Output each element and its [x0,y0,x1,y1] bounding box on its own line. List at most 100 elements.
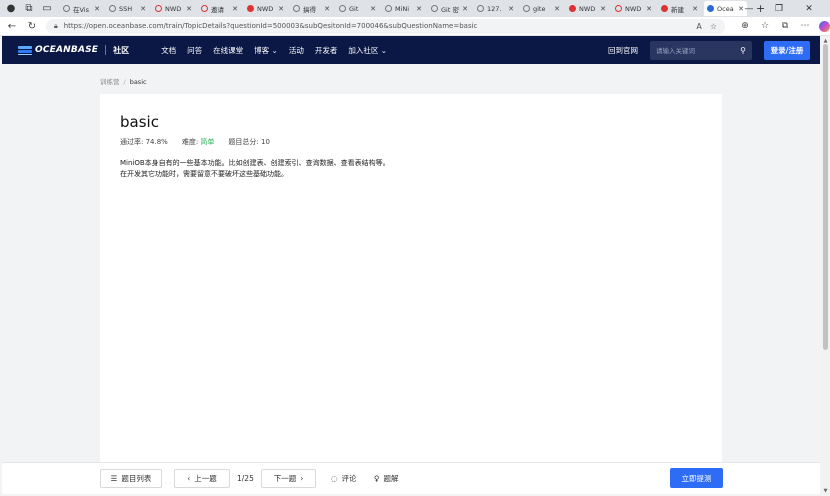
tab-title: MiNi [395,4,410,13]
scroll-down-icon[interactable]: ▼ [821,488,830,494]
back-icon[interactable]: ← [4,21,20,32]
tab-title: 邀请 [211,5,224,14]
close-tab-icon[interactable]: ✕ [232,5,238,13]
scrollbar-thumb[interactable] [823,44,828,350]
oceanbase-logo[interactable]: OCEANBASE 社区 [18,45,129,56]
close-tab-icon[interactable]: ✕ [646,5,652,13]
browser-tab[interactable]: 在Vis ✕ [60,1,103,16]
tab-list: 在Vis ✕ SSH ✕ NWD ✕ 邀请 ✕ NWD ✕ 搞得 ✕ Git ✕ MiNi ✕ Git 密 ✕ 12… [60,0,750,17]
url-text[interactable]: https://open.oceanbase.com/train/TopicDe… [64,22,697,30]
tab-title: Git [349,4,359,13]
browser-tab[interactable]: SSH ✕ [106,1,149,16]
prev-label: 上一题 [194,474,217,483]
search-icon [293,5,300,12]
tab-title: gite [533,4,546,13]
red-circle-icon [201,5,208,12]
oceanbase-icon [707,5,714,12]
browser-tab[interactable]: 邀请 ✕ [198,1,241,16]
close-tab-icon[interactable]: ✕ [692,5,698,13]
tab-title: NWD [165,4,182,13]
breadcrumb: 训练营 / basic [100,76,147,86]
chevron-right-icon: › [300,474,304,483]
logo-divider [105,45,107,55]
main-nav: 文档 问答 在线课堂 博客 ⌄ 活动 开发者 加入社区 ⌄ [161,45,398,56]
close-tab-icon[interactable]: ✕ [278,5,284,13]
g-logo-icon [569,5,576,12]
close-tab-icon[interactable]: ✕ [140,5,146,13]
submit-test-button[interactable]: 立即提测 [670,468,723,488]
favorites-icon[interactable]: ☆ [755,21,775,31]
difficulty-label: 难度: [181,138,201,146]
question-meta: 通过率: 74.8% 难度: 简单 题目总分: 10 [120,137,284,147]
nav-item-courses[interactable]: 在线课堂 [213,45,243,56]
tab-title: 新建 [671,5,684,14]
read-aloud-icon[interactable]: A [696,22,701,31]
collections-icon[interactable]: ⧉ [775,21,795,31]
profile-icon[interactable]: ● [4,2,18,16]
close-tab-icon[interactable]: ✕ [416,5,422,13]
bottom-action-bar: ☰ 题目列表 ‹ 上一题 1/25 下一题 › ◌ 评论 ♀ 题解 立即提测 [2,462,820,494]
nav-item-docs[interactable]: 文档 [161,45,176,56]
header-search-input[interactable]: 请输入关键词 ⚲ [650,40,752,60]
tab-title: Git 密 [441,5,459,14]
next-question-button[interactable]: 下一题 › [261,469,316,488]
search-placeholder: 请输入关键词 [656,47,695,55]
restore-icon[interactable]: ❐ [764,4,794,14]
close-tab-icon[interactable]: ✕ [600,5,606,13]
address-bar[interactable]: 🔒︎ https://open.oceanbase.com/train/Topi… [45,18,726,34]
solution-button[interactable]: ♀ 题解 [374,469,399,488]
breadcrumb-parent[interactable]: 训练营 [100,78,120,86]
browser-tab[interactable]: NWD ✕ [566,1,609,16]
refresh-icon[interactable]: ↻ [24,21,40,32]
browser-tab[interactable]: NWD ✕ [244,1,287,16]
breadcrumb-current: basic [129,78,147,86]
brand-text: OCEANBASE [35,45,99,55]
nav-item-join[interactable]: 加入社区 ⌄ [348,45,387,56]
question-list-label: 题目列表 [121,474,152,483]
close-tab-icon[interactable]: ✕ [324,5,330,13]
lock-icon[interactable]: 🔒︎ [54,22,58,31]
close-tab-icon[interactable]: ✕ [370,5,376,13]
page-scrollbar[interactable]: ▲ ▼ [821,36,830,496]
browser-tab-strip: ● ⧉ ▭ 在Vis ✕ SSH ✕ NWD ✕ 邀请 ✕ NWD ✕ 搞得 ✕ Git ✕ MiNi ✕ Gi… [0,0,830,17]
close-tab-icon[interactable]: ✕ [462,5,468,13]
browser-tab[interactable]: 搞得 ✕ [290,1,333,16]
browser-tab[interactable]: Git ✕ [336,1,379,16]
close-tab-icon[interactable]: ✕ [508,5,514,13]
login-button[interactable]: 登录/注册 [764,40,810,60]
description-line: MiniOB本身自有的一些基本功能。比如创建表、创建索引、查询数据、查看表结构等… [120,159,390,167]
tab-title: 在Vis [73,5,89,14]
close-tab-icon[interactable]: ✕ [94,5,100,13]
red-circle-icon [615,5,622,12]
nav-item-qa[interactable]: 问答 [187,45,202,56]
prev-question-button[interactable]: ‹ 上一题 [174,469,230,488]
browser-tab[interactable]: MiNi ✕ [382,1,425,16]
browser-tab[interactable]: 新建 ✕ [658,1,701,16]
search-icon[interactable]: ⚲ [740,46,746,55]
browser-tab[interactable]: gite ✕ [520,1,563,16]
lightbulb-icon: ♀ [374,474,380,483]
globe-icon [63,5,70,12]
comment-button[interactable]: ◌ 评论 [331,469,357,488]
close-window-icon[interactable]: ✕ [794,4,824,14]
minimize-icon[interactable]: — [734,4,764,14]
favorite-star-icon[interactable]: ☆ [710,22,717,31]
browser-tab[interactable]: NWD ✕ [612,1,655,16]
browser-tab[interactable]: NWD ✕ [152,1,195,16]
nav-item-events[interactable]: 活动 [289,45,304,56]
close-tab-icon[interactable]: ✕ [186,5,192,13]
question-list-button[interactable]: ☰ 题目列表 [100,469,162,488]
doc-icon [477,5,484,12]
more-icon[interactable]: ⋯ [795,21,815,31]
browser-tab[interactable]: 127. ✕ [474,1,517,16]
question-title: basic [120,113,159,131]
close-tab-icon[interactable]: ✕ [554,5,560,13]
extensions-icon[interactable]: ⊕ [735,21,755,31]
tab-actions-icon[interactable]: ▭ [40,2,54,16]
nav-item-blog[interactable]: 博客 ⌄ [254,45,278,56]
nav-item-developers[interactable]: 开发者 [315,45,338,56]
browser-tab[interactable]: Git 密 ✕ [428,1,471,16]
workspaces-icon[interactable]: ⧉ [22,2,36,16]
copilot-icon[interactable] [819,20,830,32]
official-site-link[interactable]: 回到官网 [608,45,638,56]
